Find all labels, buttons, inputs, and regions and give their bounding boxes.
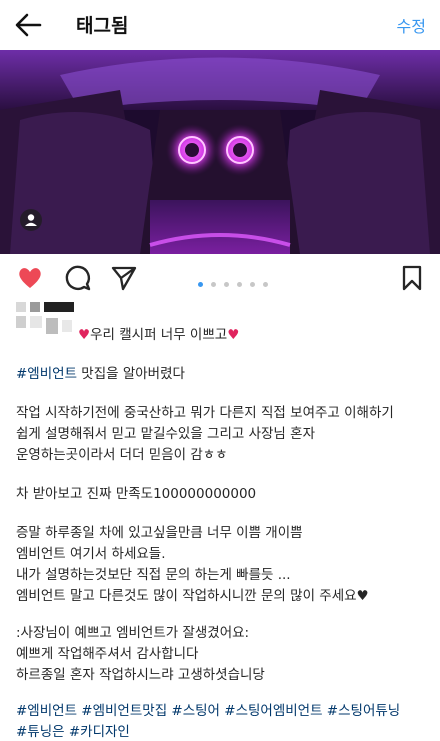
caption-line: 엠비언트 말고 다른것도 많이 작업하시니깐 문의 많이 주세요♥ xyxy=(16,584,369,604)
caption-line: 예쁘게 작업해주셔서 감사합니다 xyxy=(16,646,199,662)
caption-line: 차 받아보고 진짜 만족도100000000000 xyxy=(16,486,257,502)
carousel-dot xyxy=(211,282,217,287)
carousel-dot xyxy=(263,282,269,287)
carousel-indicator xyxy=(198,274,271,287)
caption-line: 증말 하루종일 차에 있고싶을만큼 너무 이쁨 개이쁨 xyxy=(16,525,303,541)
back-button[interactable] xyxy=(14,11,44,39)
caption-first-line: ♥우리 캘시퍼 너무 이쁘고♥ xyxy=(78,323,239,343)
caption-text: 맛집을 알아버렸다 xyxy=(77,366,185,382)
carousel-dot xyxy=(198,282,203,287)
black-heart-icon: ♥ xyxy=(356,588,369,604)
red-heart-icon: ♥ xyxy=(78,327,91,343)
carousel-dot xyxy=(250,282,256,287)
person-tag-icon[interactable] xyxy=(20,209,42,231)
carousel-dot xyxy=(237,282,243,287)
caption-line: 운영하는곳이라서 더더 믿음이 감ㅎㅎ xyxy=(16,447,228,463)
caption-line: :사장님이 예쁘고 엠비언트가 잘생겼어요: xyxy=(16,625,250,641)
like-button[interactable] xyxy=(16,264,44,292)
caption-line: 쉽게 설명해줘서 믿고 맡길수있을 그리고 사장님 혼자 xyxy=(16,426,315,442)
comment-icon xyxy=(65,265,91,291)
caption-line: 내가 설명하는것보단 직접 문의 하는게 빠를듯 ... xyxy=(16,567,291,583)
car-interior-image xyxy=(0,50,440,254)
arrow-left-icon xyxy=(15,13,42,37)
caption-line: 하르종일 혼자 작업하시느랴 고생하셧습니당 xyxy=(16,667,265,683)
page-title: 태그됨 xyxy=(76,15,129,37)
heart-filled-icon xyxy=(19,268,41,288)
censored-username xyxy=(16,300,86,340)
edit-button[interactable]: 수정 xyxy=(397,13,426,37)
save-button[interactable] xyxy=(398,264,426,292)
pixelated-username xyxy=(16,302,74,334)
carousel-dot xyxy=(224,282,230,287)
hashtags-line[interactable]: #튜닝은 #카디자인 xyxy=(16,720,130,740)
bookmark-icon xyxy=(402,265,422,291)
red-heart-icon: ♥ xyxy=(227,327,240,343)
caption-line: #엠비언트 맛집을 알아버렸다 xyxy=(16,362,185,382)
post-photo[interactable] xyxy=(0,50,440,254)
comment-button[interactable] xyxy=(64,264,92,292)
caption-line: 엠비언트 여기서 하세요들. xyxy=(16,546,166,562)
caption-text: 우리 캘시퍼 너무 이쁘고 xyxy=(90,327,228,343)
hashtags-line[interactable]: #엠비언트 #엠비언트맛집 #스팅어 #스팅어엠비언트 #스팅어튜닝 xyxy=(16,699,400,719)
top-bar: 태그됨 수정 xyxy=(0,0,440,50)
paper-plane-icon xyxy=(111,266,137,291)
caption-text: 엠비언트 말고 다른것도 많이 작업하시니깐 문의 많이 주세요 xyxy=(16,588,357,604)
share-button[interactable] xyxy=(110,264,138,292)
action-bar xyxy=(0,258,440,298)
caption-line: 작업 시작하기전에 중국산하고 뭐가 다른지 직접 보여주고 이해하기 xyxy=(16,405,394,421)
hashtag-link[interactable]: #엠비언트 xyxy=(16,366,77,382)
